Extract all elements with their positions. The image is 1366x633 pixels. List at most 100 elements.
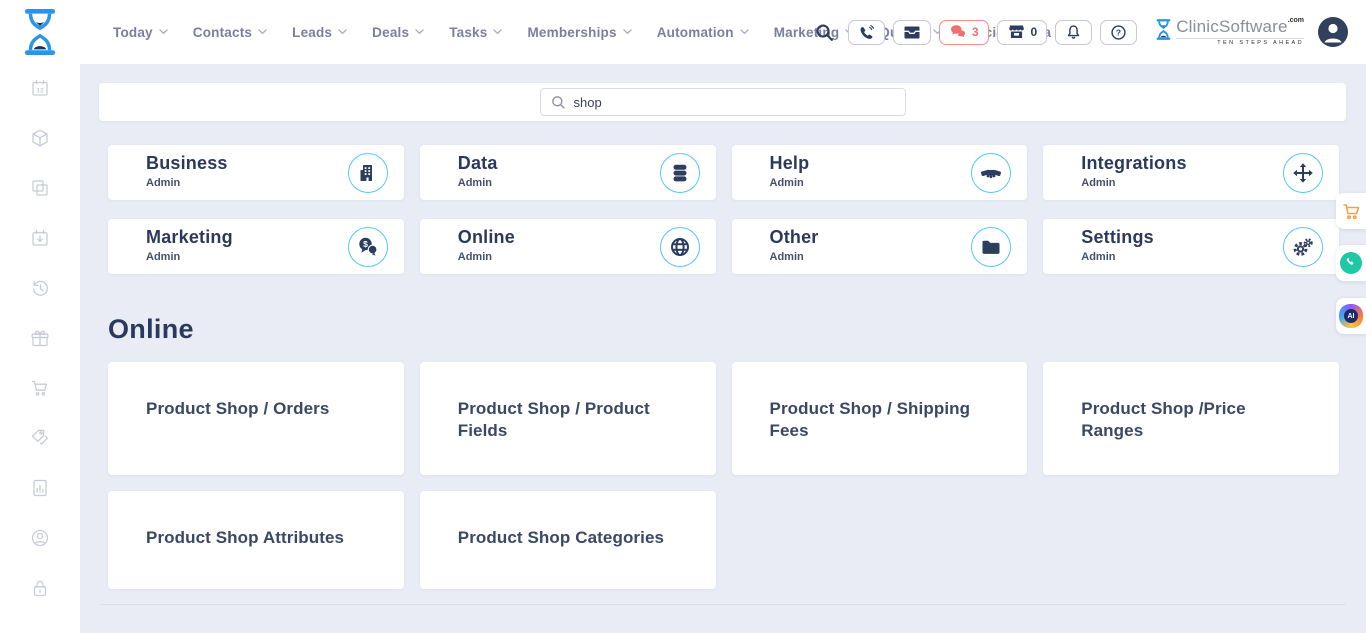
user-avatar[interactable] — [1318, 17, 1348, 47]
chevron-down-icon — [159, 29, 168, 35]
nav-memberships[interactable]: Memberships — [527, 25, 631, 40]
module-card-product-fields[interactable]: Product Shop / Product Fields — [420, 362, 716, 475]
chevron-down-icon — [338, 29, 347, 35]
chat-count-badge: 3 — [972, 25, 979, 39]
chat-bubbles-icon — [949, 24, 967, 40]
module-search[interactable] — [540, 88, 906, 116]
database-icon — [660, 153, 700, 193]
chevron-down-icon — [258, 29, 267, 35]
cart-icon[interactable] — [30, 378, 50, 398]
module-card-orders[interactable]: Product Shop / Orders — [108, 362, 404, 475]
module-title: Product Shop / Shipping Fees — [770, 399, 971, 440]
svg-text:?: ? — [1116, 27, 1121, 37]
search-button[interactable] — [813, 21, 836, 44]
module-title: Product Shop Attributes — [146, 528, 344, 547]
nav-tasks[interactable]: Tasks — [449, 25, 502, 40]
handshake-icon — [971, 153, 1011, 193]
brand-tld: .com — [1288, 17, 1304, 24]
top-actions: 3 0 ? ClinicSoftware .com TEN STEPS AHEA… — [813, 0, 1348, 64]
calendar-download-icon[interactable] — [30, 228, 50, 248]
category-card-data[interactable]: Data Admin — [420, 145, 716, 200]
store-button[interactable]: 0 — [997, 20, 1048, 45]
module-card-shipping-fees[interactable]: Product Shop / Shipping Fees — [732, 362, 1028, 475]
account-icon[interactable] — [30, 528, 50, 548]
gift-icon[interactable] — [30, 328, 50, 348]
notifications-button[interactable] — [1055, 20, 1092, 45]
tags-icon[interactable] — [30, 428, 50, 448]
chevron-down-icon — [740, 29, 749, 35]
chat-button[interactable]: 3 — [939, 20, 989, 45]
module-title: Product Shop Categories — [458, 528, 664, 547]
history-icon[interactable] — [30, 278, 50, 298]
nav-today-label: Today — [113, 25, 153, 40]
nav-automation-label: Automation — [657, 25, 734, 40]
floating-ai-widget[interactable]: AI — [1336, 298, 1366, 334]
module-title: Product Shop / Product Fields — [458, 399, 650, 440]
category-card-settings[interactable]: Settings Admin — [1043, 219, 1339, 274]
category-grid: Business Admin Data Admin Help Admin Int… — [108, 145, 1339, 274]
module-card-categories[interactable]: Product Shop Categories — [420, 491, 716, 589]
module-card-attributes[interactable]: Product Shop Attributes — [108, 491, 404, 589]
ai-icon: AI — [1339, 304, 1363, 328]
floating-cart-widget[interactable] — [1336, 193, 1366, 229]
whatsapp-icon — [1340, 252, 1362, 274]
svg-text:$: $ — [363, 238, 368, 248]
nav-automation[interactable]: Automation — [657, 25, 749, 40]
report-icon[interactable] — [30, 478, 50, 498]
hourglass-icon — [1155, 18, 1172, 41]
floating-whatsapp-widget[interactable] — [1336, 245, 1366, 281]
bottom-divider — [100, 604, 1346, 605]
copy-icon[interactable] — [30, 178, 50, 198]
cart-icon — [1341, 201, 1361, 221]
module-grid: Product Shop / Orders Product Shop / Pro… — [108, 362, 1339, 589]
category-card-help[interactable]: Help Admin — [732, 145, 1028, 200]
category-card-business[interactable]: Business Admin — [108, 145, 404, 200]
category-card-online[interactable]: Online Admin — [420, 219, 716, 274]
search-input[interactable] — [574, 95, 895, 110]
phone-button[interactable] — [848, 20, 885, 45]
category-card-other[interactable]: Other Admin — [732, 219, 1028, 274]
search-card — [99, 83, 1346, 121]
inbox-button[interactable] — [893, 20, 931, 45]
brand-tagline: TEN STEPS AHEAD — [1176, 38, 1304, 47]
lock-icon[interactable] — [30, 578, 50, 598]
chevron-down-icon — [623, 29, 632, 35]
person-icon — [1318, 17, 1348, 47]
question-icon: ? — [1110, 24, 1127, 41]
search-icon — [551, 95, 566, 110]
module-title: Product Shop / Orders — [146, 399, 329, 418]
clinicsoftware-logo: ClinicSoftware .com TEN STEPS AHEAD — [1155, 18, 1304, 47]
section-title-online: Online — [108, 314, 1366, 345]
store-count-badge: 0 — [1031, 25, 1038, 39]
nav-today[interactable]: Today — [113, 25, 168, 40]
nav-leads[interactable]: Leads — [292, 25, 347, 40]
inbox-icon — [903, 25, 921, 40]
category-card-integrations[interactable]: Integrations Admin — [1043, 145, 1339, 200]
chevron-down-icon — [415, 29, 424, 35]
package-icon[interactable] — [30, 128, 50, 148]
top-bar: Today Contacts Leads Deals Tasks Members… — [0, 0, 1366, 64]
nav-memberships-label: Memberships — [527, 25, 616, 40]
nav-contacts-label: Contacts — [193, 25, 252, 40]
nav-contacts[interactable]: Contacts — [193, 25, 267, 40]
store-icon — [1007, 24, 1026, 40]
nav-deals[interactable]: Deals — [372, 25, 424, 40]
category-card-marketing[interactable]: Marketing Admin $ — [108, 219, 404, 274]
svg-text:12: 12 — [36, 88, 44, 95]
nav-leads-label: Leads — [292, 25, 332, 40]
phone-icon — [858, 24, 875, 41]
folder-icon — [971, 227, 1011, 267]
help-button[interactable]: ? — [1100, 20, 1137, 45]
move-arrows-icon — [1283, 153, 1323, 193]
app-logo[interactable] — [21, 7, 59, 57]
left-sidebar: 12 — [0, 64, 80, 633]
chevron-down-icon — [493, 29, 502, 35]
calendar-icon[interactable]: 12 — [30, 78, 50, 98]
brand-name: ClinicSoftware — [1176, 18, 1287, 35]
money-chat-icon: $ — [348, 227, 388, 267]
module-card-price-ranges[interactable]: Product Shop /Price Ranges — [1043, 362, 1339, 475]
ai-label: AI — [1344, 309, 1358, 323]
module-title: Product Shop /Price Ranges — [1081, 399, 1245, 440]
search-icon — [815, 23, 834, 42]
bell-icon — [1065, 24, 1082, 41]
